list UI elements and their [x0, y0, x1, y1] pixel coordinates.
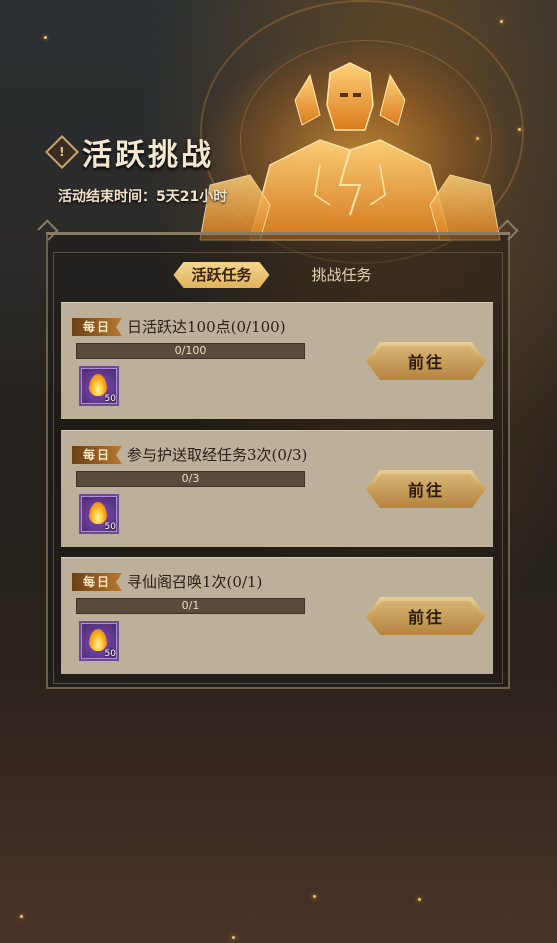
task-progress-bar: 0/3 [76, 471, 305, 487]
event-end-time: 活动结束时间：5天21小时 [58, 189, 228, 205]
task-progress-text: 0/100 [174, 344, 207, 357]
task-name: 参与护送取经任务3次(0/3) [127, 446, 308, 464]
sparkle [20, 915, 23, 918]
daily-badge: 每日 [72, 573, 122, 591]
tab-challenge-tasks[interactable]: 挑战任务 [300, 262, 384, 288]
hero-statue-illustration [199, 62, 501, 241]
reward-count: 50 [104, 649, 116, 659]
task-name: 寻仙阁召唤1次(0/1) [127, 573, 263, 591]
go-button-label: 前往 [407, 608, 444, 627]
task-card: 每日 寻仙阁召唤1次(0/1) 0/1 50 前往 [61, 557, 493, 674]
sparkle [500, 20, 503, 23]
sparkle [232, 936, 235, 939]
reward-item[interactable]: 50 [79, 366, 119, 406]
sparkle [313, 895, 316, 898]
page-title: 活跃挑战 [82, 138, 214, 173]
reward-item[interactable]: 50 [79, 494, 119, 534]
tab-active-tasks[interactable]: 活跃任务 [173, 262, 269, 288]
task-progress-text: 0/1 [181, 599, 200, 612]
task-name: 日活跃达100点(0/100) [127, 318, 286, 336]
task-progress-bar: 0/100 [76, 343, 305, 359]
flame-icon [89, 502, 107, 524]
go-button-label: 前往 [407, 481, 444, 500]
page-title-group: ! 活跃挑战 [45, 130, 214, 174]
task-card: 每日 参与护送取经任务3次(0/3) 0/3 50 前往 [61, 430, 493, 547]
reward-count: 50 [104, 522, 116, 532]
flame-icon [89, 374, 107, 396]
task-card: 每日 日活跃达100点(0/100) 0/100 50 前往 [61, 302, 493, 419]
sparkle [418, 898, 421, 901]
task-progress-text: 0/3 [181, 472, 200, 485]
reward-count: 50 [104, 394, 116, 404]
daily-badge: 每日 [72, 446, 122, 464]
task-progress-bar: 0/1 [76, 598, 305, 614]
flame-icon [89, 629, 107, 651]
exclamation-diamond-icon[interactable]: ! [45, 135, 79, 169]
sparkle [44, 36, 47, 39]
go-button[interactable]: 前往 [366, 597, 486, 635]
reward-item[interactable]: 50 [79, 621, 119, 661]
panel-top-border [46, 232, 510, 253]
task-tabs: 活跃任务 挑战任务 [0, 262, 557, 288]
go-button[interactable]: 前往 [366, 342, 486, 380]
go-button[interactable]: 前往 [366, 470, 486, 508]
daily-badge: 每日 [72, 318, 122, 336]
go-button-label: 前往 [407, 353, 444, 372]
